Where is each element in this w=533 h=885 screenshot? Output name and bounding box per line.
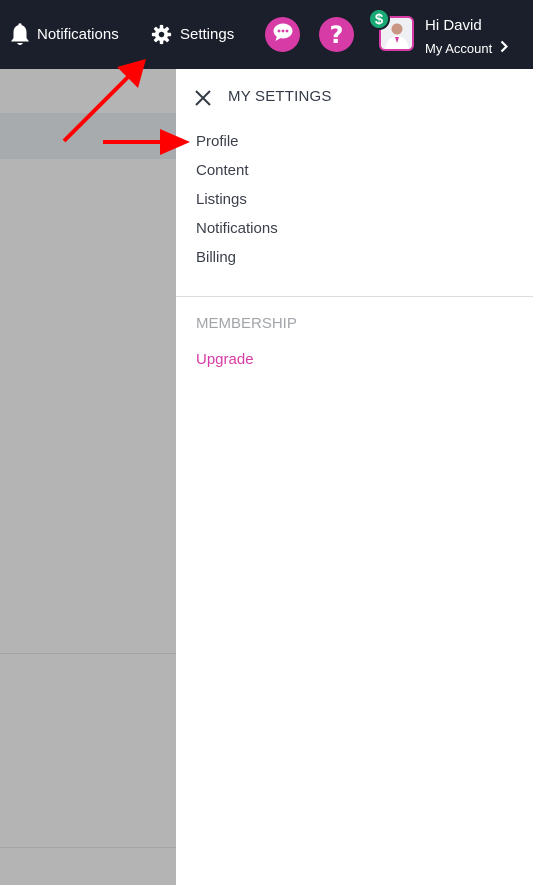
top-navigation-bar: Notifications Settings ? $ Hi David My A…: [0, 0, 533, 69]
dimmed-background-highlight: [0, 113, 176, 159]
help-icon: ?: [329, 20, 344, 49]
dollar-badge-icon: $: [368, 8, 390, 30]
chevron-right-icon: [500, 40, 509, 56]
help-button[interactable]: ?: [319, 17, 354, 52]
close-icon[interactable]: [194, 89, 212, 107]
settings-label: Settings: [180, 26, 235, 43]
my-account-menu[interactable]: $ Hi David My Account: [368, 6, 528, 64]
gear-icon: [151, 24, 172, 45]
greeting-text: Hi David: [425, 17, 482, 34]
chat-bubble-icon: [272, 22, 294, 47]
settings-menu-item-listings[interactable]: Listings: [196, 191, 247, 208]
settings-menu-item-content[interactable]: Content: [196, 162, 249, 179]
my-account-link[interactable]: My Account: [425, 40, 509, 56]
dimmed-background-divider: [0, 653, 176, 654]
upgrade-link[interactable]: Upgrade: [196, 351, 254, 368]
section-divider: [176, 296, 533, 297]
settings-nav-item[interactable]: Settings: [151, 0, 234, 69]
chat-button[interactable]: [265, 17, 300, 52]
settings-menu-item-profile[interactable]: Profile: [196, 133, 239, 150]
my-account-label: My Account: [425, 40, 493, 56]
settings-menu-item-billing[interactable]: Billing: [196, 249, 236, 266]
dimmed-background-divider: [0, 847, 176, 848]
bell-icon: [9, 22, 31, 47]
settings-menu-item-notifications[interactable]: Notifications: [196, 220, 278, 237]
notifications-nav-item[interactable]: Notifications: [9, 0, 119, 69]
panel-title: MY SETTINGS: [228, 88, 332, 105]
settings-side-panel: MY SETTINGS Profile Content Listings Not…: [176, 69, 533, 885]
membership-section-label: MEMBERSHIP: [196, 315, 297, 332]
notifications-label: Notifications: [37, 26, 119, 43]
